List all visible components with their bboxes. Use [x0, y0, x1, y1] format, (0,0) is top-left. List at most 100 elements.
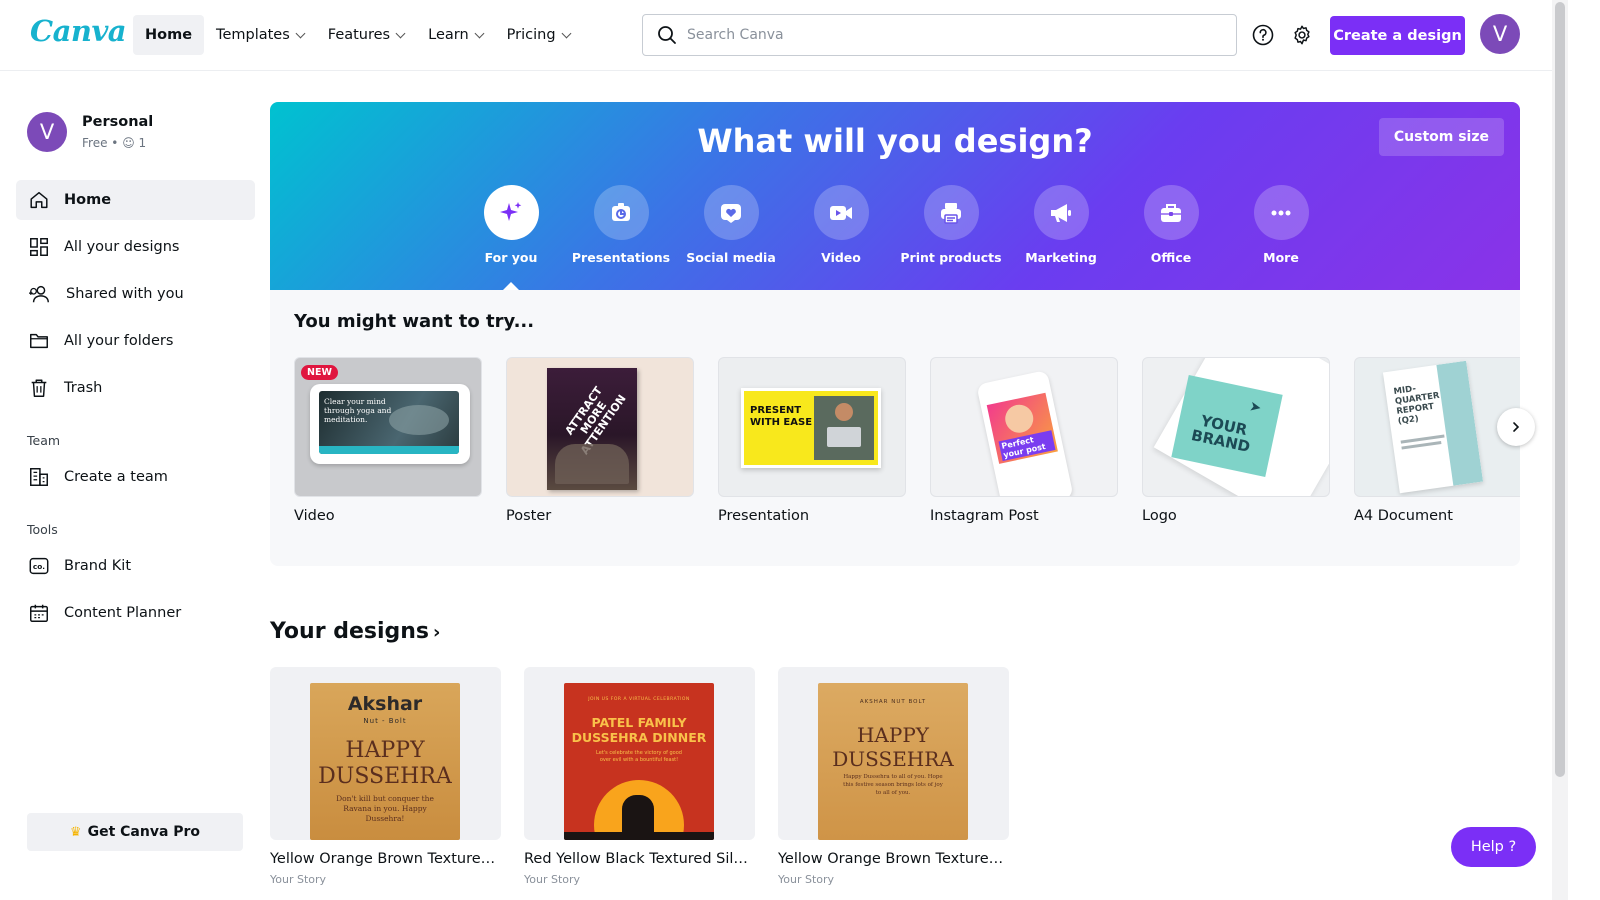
presentation-icon: [612, 202, 630, 221]
nav-templates-label: Templates: [216, 27, 290, 43]
your-designs-heading[interactable]: Your designs ›: [270, 619, 440, 644]
user-avatar[interactable]: V: [1480, 14, 1520, 54]
profile-switcher[interactable]: V Personal Free • ☺ 1: [27, 112, 153, 152]
search-box[interactable]: [642, 14, 1237, 56]
thumb-text: Clear your mind through yoga and meditat…: [324, 397, 392, 424]
poster-body: Let's celebrate the victory of good over…: [596, 750, 682, 763]
nav-features[interactable]: Features: [316, 15, 416, 55]
suggestion-card-logo[interactable]: YOUR BRAND ➤ Logo: [1142, 357, 1330, 524]
category-label: Video: [821, 250, 861, 265]
member-count: 1: [138, 136, 147, 150]
design-thumbnail: Akshar Nut - Bolt HAPPY DUSSEHRA Don't k…: [270, 667, 501, 840]
suggestion-label: Video: [294, 508, 335, 524]
design-subtitle: Your Story: [778, 873, 835, 886]
chevron-right-icon: [1513, 422, 1520, 432]
help-button[interactable]: Help ?: [1451, 827, 1536, 867]
suggestion-card-video[interactable]: NEW Clear your mind through yoga and med…: [294, 357, 482, 524]
sidebar-item-all-designs[interactable]: All your designs: [16, 227, 255, 267]
nav-home[interactable]: Home: [133, 15, 205, 55]
sidebar-item-home[interactable]: Home: [16, 180, 255, 220]
sidebar-item-content-planner[interactable]: Content Planner: [16, 593, 255, 633]
scrollbar-thumb[interactable]: [1555, 2, 1565, 777]
printer-icon: [941, 202, 961, 224]
design-card[interactable]: JOIN US FOR A VIRTUAL CELEBRATION PATEL …: [524, 667, 755, 886]
suggestion-thumbnail: ATTRACT MORE ATTENTION: [506, 357, 694, 497]
poster-brand-sub: Nut - Bolt: [363, 717, 407, 725]
search-icon: [658, 26, 676, 44]
chevron-down-icon: [295, 28, 306, 38]
suggestions-section: You might want to try... NEW Clear your …: [270, 290, 1520, 566]
get-canva-pro-button[interactable]: ♛ Get Canva Pro: [27, 813, 243, 851]
canva-logo[interactable]: Canva: [30, 14, 127, 48]
sidebar-item-label: Brand Kit: [64, 558, 132, 574]
category-label: Print products: [900, 250, 1002, 265]
sidebar-item-brand-kit[interactable]: co. Brand Kit: [16, 546, 255, 586]
briefcase-icon: [1161, 203, 1181, 222]
sidebar-item-shared[interactable]: Shared with you: [16, 274, 255, 314]
poster-body: Happy Dussehra to all of you. Hope this …: [843, 774, 943, 796]
help-circle-icon[interactable]: [1248, 20, 1278, 50]
profile-avatar: V: [27, 112, 67, 152]
category-print-products[interactable]: Print products: [896, 185, 1006, 265]
thumb-text: MID-QUARTER REPORT (Q2): [1393, 384, 1441, 427]
suggestion-card-presentation[interactable]: PRESENT WITH EASE Presentation: [718, 357, 906, 524]
create-design-button[interactable]: Create a design: [1330, 16, 1465, 55]
building-icon: [30, 468, 48, 486]
category-social-media[interactable]: Social media: [676, 185, 786, 265]
search-input[interactable]: [687, 27, 1207, 43]
design-thumbnail: AKSHAR NUT BOLT HAPPY DUSSEHRA Happy Dus…: [778, 667, 1009, 840]
category-video[interactable]: Video: [786, 185, 896, 265]
trash-icon: [31, 379, 47, 397]
category-presentations[interactable]: Presentations: [566, 185, 676, 265]
sidebar-item-label: Home: [64, 192, 112, 208]
suggestion-card-instagram-post[interactable]: Perfect your post Instagram Post: [930, 357, 1118, 524]
nav-learn[interactable]: Learn: [416, 15, 495, 55]
profile-name: Personal: [82, 114, 154, 130]
poster-top: JOIN US FOR A VIRTUAL CELEBRATION: [588, 697, 690, 702]
design-subtitle: Your Story: [270, 873, 327, 886]
design-thumbnail: JOIN US FOR A VIRTUAL CELEBRATION PATEL …: [524, 667, 755, 840]
suggestion-thumbnail: NEW Clear your mind through yoga and med…: [294, 357, 482, 497]
chevron-right-icon: ›: [433, 622, 441, 643]
category-label: For you: [484, 250, 538, 265]
suggestion-thumbnail: PRESENT WITH EASE: [718, 357, 906, 497]
suggestions-heading: You might want to try...: [294, 311, 535, 332]
sidebar-item-label: All your folders: [64, 333, 174, 349]
gear-icon[interactable]: [1287, 20, 1317, 50]
nav-templates[interactable]: Templates: [204, 15, 316, 55]
category-marketing[interactable]: Marketing: [1006, 185, 1116, 265]
suggestion-label: Logo: [1142, 508, 1177, 524]
sidebar-item-create-team[interactable]: Create a team: [16, 457, 255, 497]
calendar-icon: [30, 604, 48, 622]
page-scrollbar[interactable]: [1552, 0, 1568, 900]
poster-brand: Akshar: [347, 693, 423, 715]
crown-icon: ♛: [69, 824, 82, 840]
design-card[interactable]: Akshar Nut - Bolt HAPPY DUSSEHRA Don't k…: [270, 667, 501, 886]
design-hero-banner: What will you design? Custom size For yo…: [270, 102, 1520, 291]
suggestion-card-poster[interactable]: ATTRACT MORE ATTENTION Poster: [506, 357, 694, 524]
category-label: Office: [1150, 250, 1192, 265]
category-more[interactable]: More: [1226, 185, 1336, 265]
suggestion-label: Poster: [506, 508, 552, 524]
design-card[interactable]: AKSHAR NUT BOLT HAPPY DUSSEHRA Happy Dus…: [778, 667, 1009, 886]
nav-pricing[interactable]: Pricing: [495, 15, 582, 55]
person-icon: ☺: [122, 136, 135, 150]
sidebar-item-label: Trash: [64, 380, 103, 396]
sidebar-item-folders[interactable]: All your folders: [16, 321, 255, 361]
sidebar-item-trash[interactable]: Trash: [16, 368, 255, 408]
category-office[interactable]: Office: [1116, 185, 1226, 265]
category-for-you[interactable]: For you: [456, 185, 566, 265]
grid-icon: [30, 238, 48, 256]
carousel-next-button[interactable]: [1497, 408, 1535, 446]
paper-plane-icon: ➤: [1247, 398, 1263, 417]
design-title: Red Yellow Black Textured Silho...: [524, 851, 755, 867]
poster-line1: HAPPY: [345, 738, 425, 763]
suggestion-card-a4-document[interactable]: MID-QUARTER REPORT (Q2) A4 Document: [1354, 357, 1520, 524]
category-label: Marketing: [1025, 250, 1097, 265]
new-badge: NEW: [301, 365, 338, 380]
more-icon: [1271, 210, 1291, 215]
custom-size-button[interactable]: Custom size: [1378, 118, 1504, 156]
sparkle-icon: [500, 201, 522, 221]
sidebar-item-label: All your designs: [64, 239, 180, 255]
hero-title: What will you design?: [697, 122, 1093, 160]
